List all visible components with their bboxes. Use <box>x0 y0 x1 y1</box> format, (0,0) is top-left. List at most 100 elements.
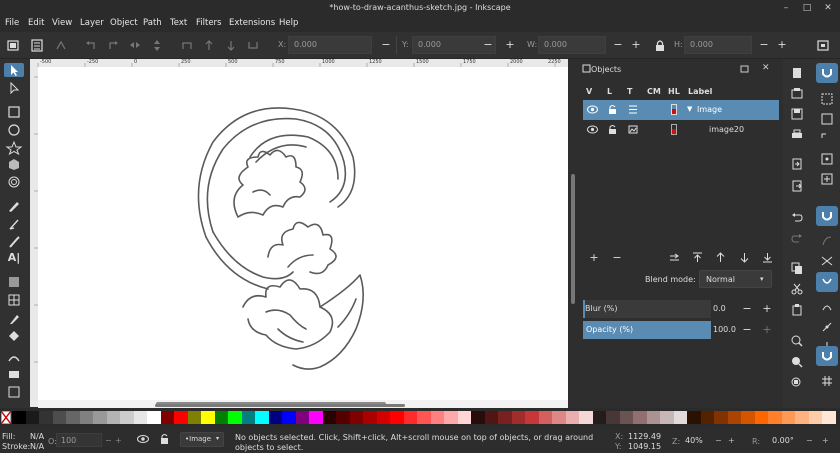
h-increment[interactable]: + <box>772 36 792 54</box>
raise-to-top-icon[interactable] <box>180 39 194 52</box>
maximize-button[interactable]: □ <box>801 2 813 14</box>
no-paint-swatch[interactable] <box>1 411 11 424</box>
snap-cusp-toggle[interactable] <box>816 272 838 292</box>
color-swatch[interactable] <box>781 411 795 424</box>
color-swatch[interactable] <box>133 411 147 424</box>
menu-help[interactable]: Help <box>279 18 298 28</box>
rotation-decrement[interactable]: − <box>806 436 813 445</box>
3d-box-tool-icon[interactable] <box>4 157 24 171</box>
color-swatch[interactable] <box>282 411 296 424</box>
snap-page-toggle[interactable] <box>816 346 838 366</box>
color-swatch[interactable] <box>498 411 512 424</box>
color-swatch[interactable] <box>417 411 431 424</box>
color-swatch[interactable] <box>390 411 404 424</box>
copy-icon[interactable] <box>790 261 804 275</box>
undo-icon[interactable] <box>790 210 804 224</box>
color-swatch[interactable] <box>79 411 93 424</box>
object-label[interactable]: Image <box>697 105 722 114</box>
rotate-ccw-icon[interactable] <box>84 39 98 52</box>
color-swatch[interactable] <box>66 411 80 424</box>
w-decrement[interactable]: − <box>608 36 628 54</box>
w-increment[interactable]: + <box>626 36 646 54</box>
menu-file[interactable]: File <box>5 18 19 28</box>
w-field[interactable]: 0.000 <box>538 36 606 54</box>
color-swatch[interactable] <box>484 411 498 424</box>
zoom-decrement[interactable]: − <box>715 436 722 445</box>
rotation-increment[interactable]: + <box>822 436 829 445</box>
snap-toggle[interactable] <box>816 63 838 83</box>
opacity-value[interactable]: 100.0 <box>713 325 736 334</box>
redo-icon[interactable] <box>790 231 804 245</box>
lower-to-bottom-icon[interactable] <box>762 252 773 263</box>
lower-icon[interactable] <box>739 252 750 263</box>
menu-text[interactable]: Text <box>170 18 187 28</box>
vertical-scrollbar[interactable] <box>568 59 578 408</box>
color-swatch[interactable] <box>160 411 174 424</box>
unlock-icon[interactable] <box>608 124 617 135</box>
minimize-button[interactable]: – <box>780 2 792 14</box>
color-swatch[interactable] <box>619 411 633 424</box>
fill-value[interactable]: N/A <box>30 432 44 441</box>
color-swatch[interactable] <box>228 411 242 424</box>
color-swatch[interactable] <box>268 411 282 424</box>
color-swatch[interactable] <box>93 411 107 424</box>
gradient-tool-icon[interactable] <box>4 275 24 289</box>
snap-bbox-midpoint-icon[interactable] <box>820 152 834 166</box>
export-icon[interactable] <box>790 179 804 193</box>
ellipse-tool-icon[interactable] <box>4 123 24 137</box>
add-layer-button[interactable]: + <box>587 251 601 265</box>
color-swatch[interactable] <box>457 411 471 424</box>
flip-horizontal-icon[interactable] <box>128 39 142 52</box>
color-swatch[interactable] <box>606 411 620 424</box>
color-swatch[interactable] <box>538 411 552 424</box>
color-swatch[interactable] <box>822 411 836 424</box>
color-swatch[interactable] <box>471 411 485 424</box>
lock-icon[interactable] <box>653 39 667 52</box>
lower-to-bottom-icon[interactable] <box>246 39 260 52</box>
tweak-tool-icon[interactable] <box>4 351 24 365</box>
layer-lock-icon[interactable] <box>160 433 170 445</box>
blur-slider[interactable]: Blur (%) <box>583 300 711 318</box>
color-swatch[interactable] <box>444 411 458 424</box>
eraser-tool-icon[interactable] <box>4 367 24 381</box>
rotate-cw-icon[interactable] <box>106 39 120 52</box>
snap-bbox-edge-icon[interactable] <box>820 112 834 126</box>
color-swatch[interactable] <box>511 411 525 424</box>
object-label[interactable]: image20 <box>709 125 744 134</box>
color-swatch[interactable] <box>700 411 714 424</box>
select-all-icon[interactable] <box>6 39 20 52</box>
opacity-slider[interactable]: Opacity (%) <box>583 321 711 339</box>
color-swatch[interactable] <box>120 411 134 424</box>
zoom-field[interactable]: 40% <box>681 433 711 447</box>
blur-value[interactable]: 0.0 <box>713 304 726 313</box>
zoom-drawing-icon[interactable] <box>790 355 804 369</box>
color-swatch[interactable] <box>673 411 687 424</box>
print-icon[interactable] <box>790 128 804 142</box>
text-tool-icon[interactable]: A| <box>4 251 24 265</box>
paste-icon[interactable] <box>790 303 804 317</box>
color-swatch[interactable] <box>147 411 161 424</box>
eye-icon[interactable] <box>587 105 598 114</box>
snap-midpoint-icon[interactable] <box>820 320 834 334</box>
calligraphy-tool-icon[interactable] <box>4 235 24 249</box>
color-swatch[interactable] <box>241 411 255 424</box>
color-swatch[interactable] <box>322 411 336 424</box>
raise-icon[interactable] <box>202 39 216 52</box>
opacity-spin-plus[interactable]: + <box>115 436 122 445</box>
color-swatch[interactable] <box>808 411 822 424</box>
menu-layer[interactable]: Layer <box>80 18 104 28</box>
color-swatch[interactable] <box>430 411 444 424</box>
blur-decrement[interactable]: − <box>740 302 754 316</box>
color-swatch[interactable] <box>106 411 120 424</box>
snap-center-icon[interactable] <box>820 172 834 186</box>
zoom-selection-icon[interactable] <box>790 334 804 348</box>
h-decrement[interactable]: − <box>754 36 774 54</box>
new-document-icon[interactable] <box>790 66 804 80</box>
expand-arrow-icon[interactable]: ▼ <box>687 105 692 113</box>
color-swatch[interactable] <box>768 411 782 424</box>
opacity-spin[interactable]: − <box>105 436 112 445</box>
color-swatch[interactable] <box>741 411 755 424</box>
pencil-tool-icon[interactable] <box>4 199 24 213</box>
color-swatch[interactable] <box>727 411 741 424</box>
paint-bucket-tool-icon[interactable] <box>4 329 24 343</box>
